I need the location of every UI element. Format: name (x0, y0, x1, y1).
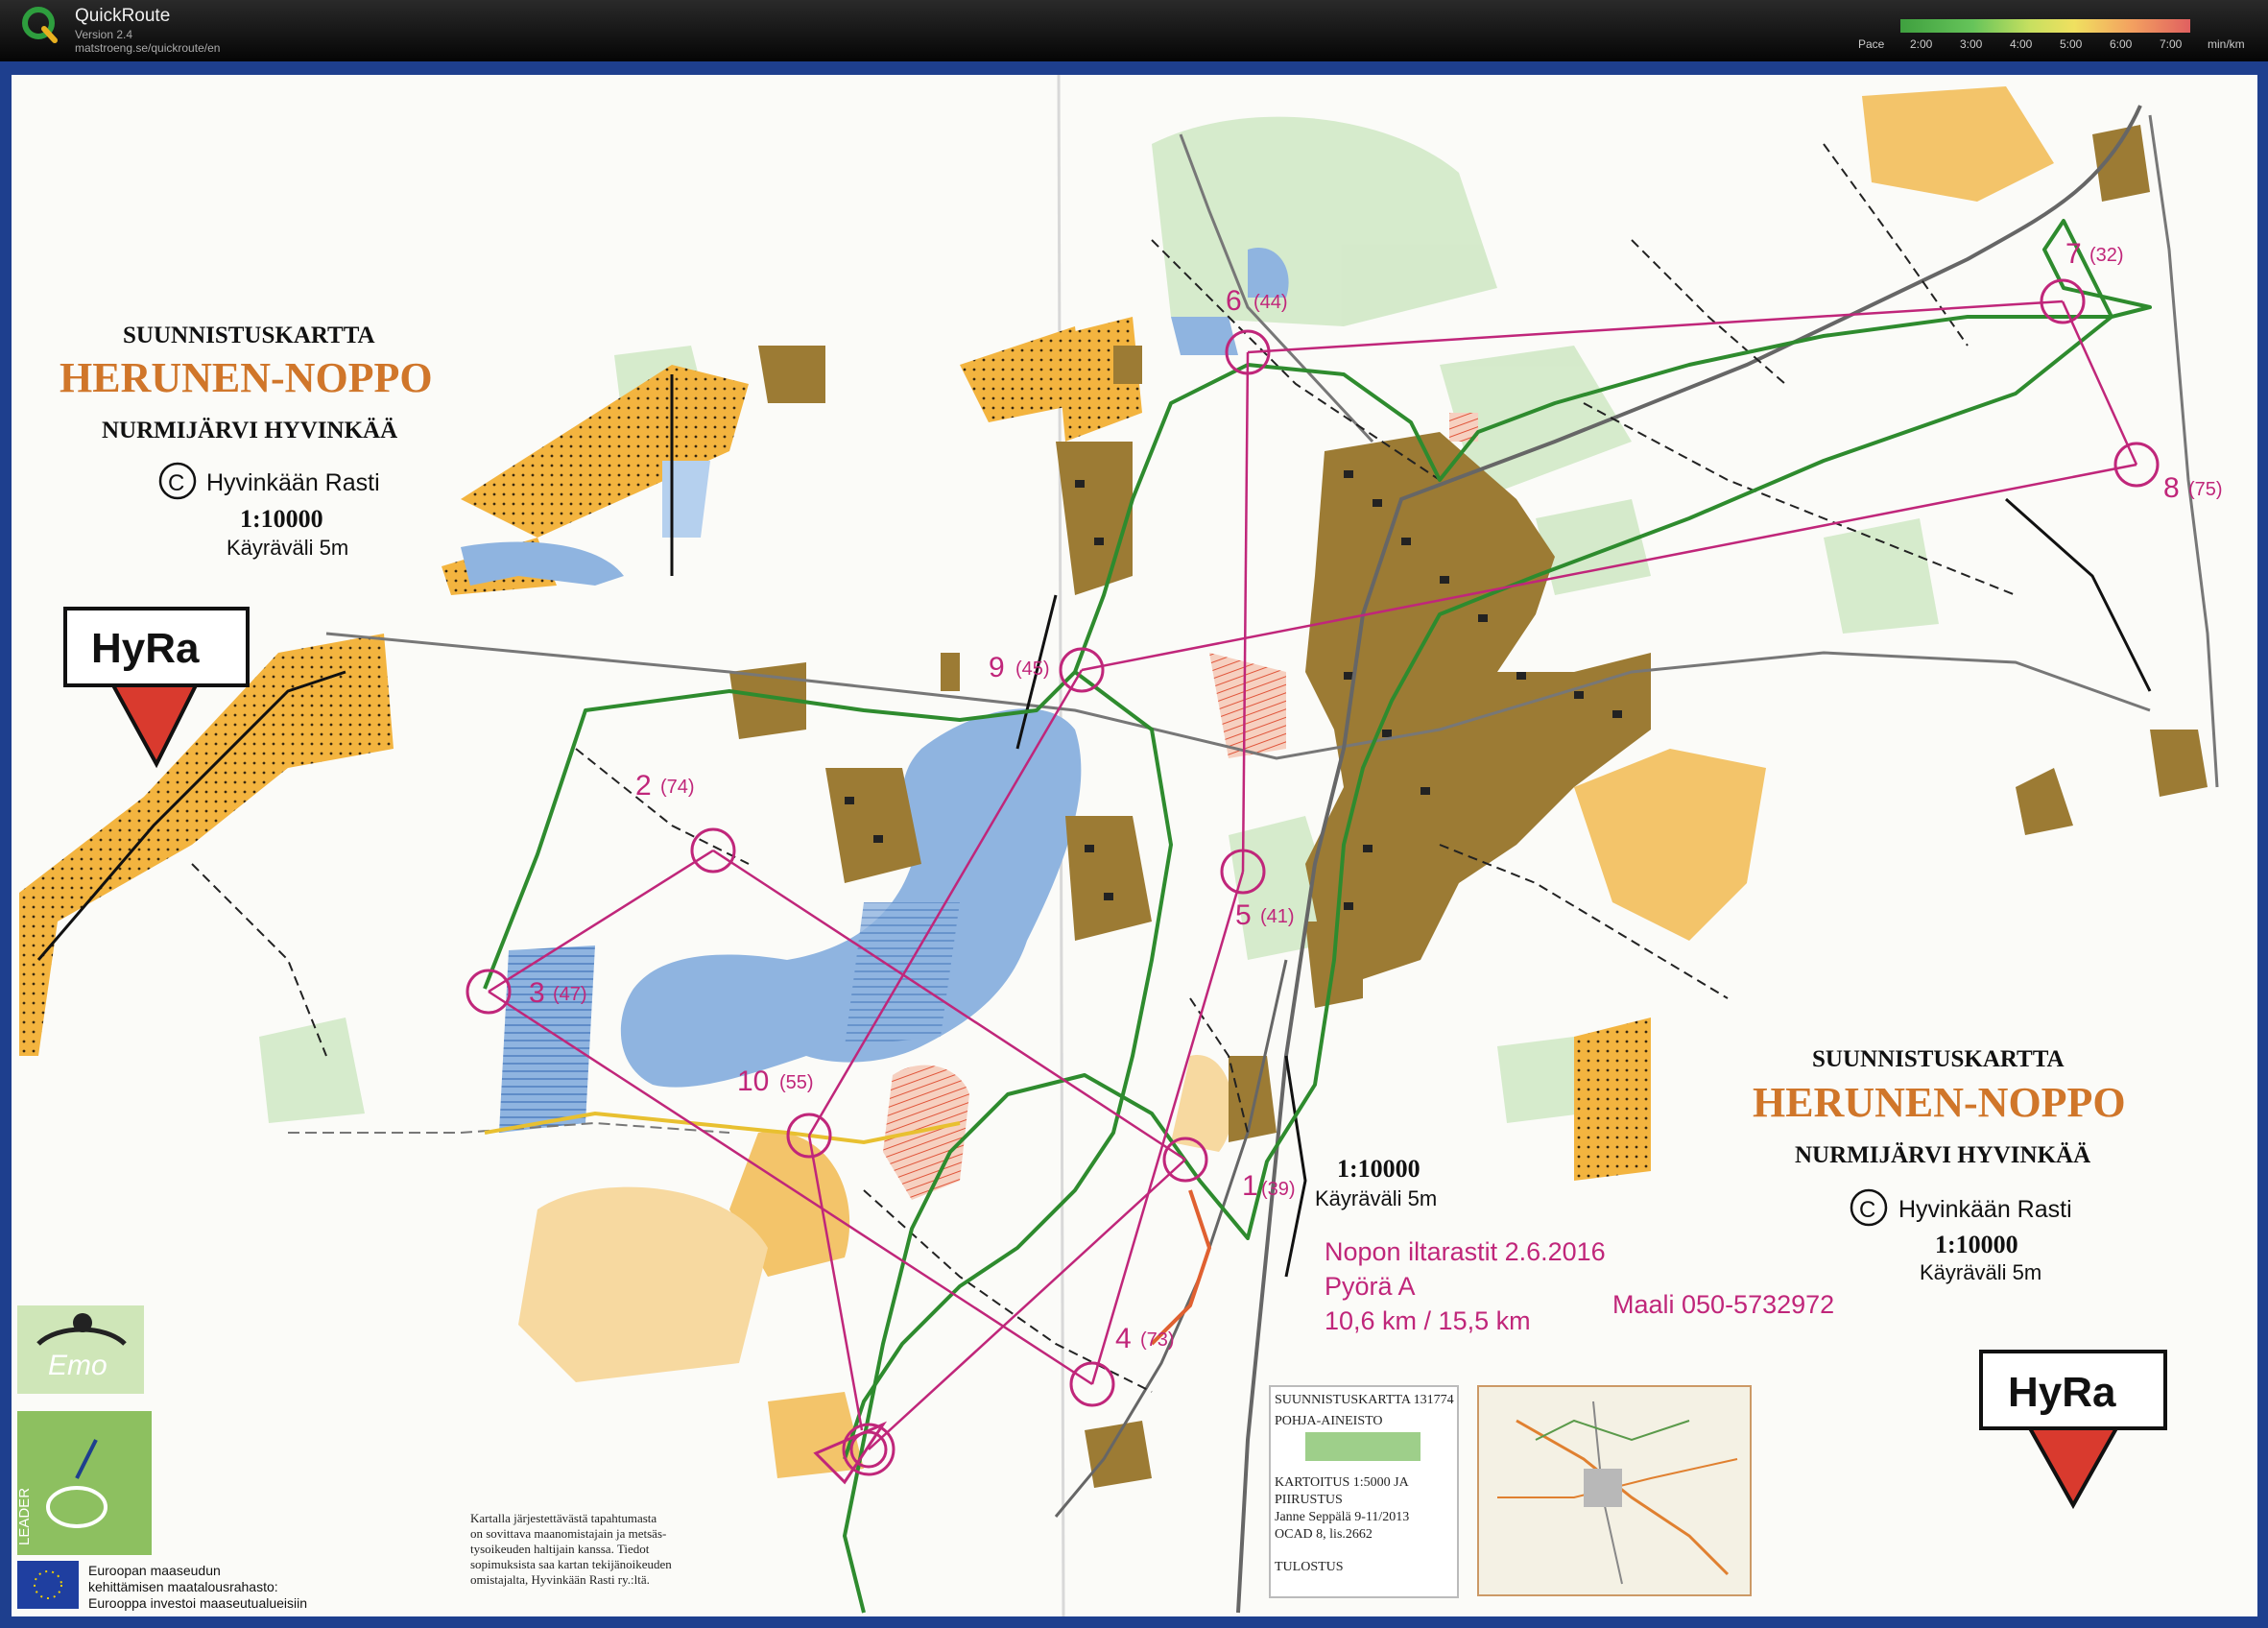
app-url: matstroeng.se/quickroute/en (75, 41, 221, 55)
orienteering-map: 1 (39) 2 (74) 3 (47) 4 (73) 5 (41) 6 (44… (12, 75, 2257, 1616)
svg-text:sopimuksista saa kartan tekijä: sopimuksista saa kartan tekijänoikeuden (470, 1557, 672, 1571)
svg-text:Hyvinkään Rasti: Hyvinkään Rasti (1898, 1196, 2072, 1223)
svg-text:HyRa: HyRa (2008, 1369, 2116, 1416)
pace-unit: min/km (2208, 37, 2245, 51)
control-number-5: 5 (1235, 899, 1252, 931)
control-number-4-code: (73) (1140, 1329, 1175, 1351)
control-code-1: (39) (1261, 1179, 1296, 1200)
svg-text:tysoikeuden haltijain kanssa.: tysoikeuden haltijain kanssa. Tiedot (470, 1542, 650, 1556)
leader-logo: LEADER (16, 1411, 152, 1555)
control-number-10: 10 (737, 1065, 769, 1097)
quickroute-logo-icon (22, 7, 58, 43)
control-code-10: (55) (779, 1072, 814, 1093)
emo-logo: Emo (17, 1305, 144, 1394)
control-code-2: (74) (660, 777, 695, 798)
svg-text:Eurooppa investoi maaseutualue: Eurooppa investoi maaseutualueisiin (88, 1595, 307, 1611)
svg-text:Janne Seppälä 9-11/2013: Janne Seppälä 9-11/2013 (1275, 1510, 1409, 1524)
svg-text:HERUNEN-NOPPO: HERUNEN-NOPPO (60, 354, 433, 401)
eu-flag (17, 1561, 79, 1609)
svg-text:LEADER: LEADER (16, 1488, 33, 1545)
control-number-6: 6 (1226, 285, 1242, 317)
control-code-7: (32) (2089, 245, 2124, 266)
pace-tick: 7:00 (2160, 37, 2183, 51)
control-code-6: (44) (1253, 292, 1288, 313)
control-number-3: 3 (529, 977, 545, 1009)
svg-text:Käyräväli 5m: Käyräväli 5m (1315, 1186, 1437, 1210)
control-number-1: 1 (1242, 1170, 1258, 1202)
title-bar: QuickRoute Version 2.4 matstroeng.se/qui… (0, 0, 2268, 61)
svg-text:omistajalta, Hyvinkään Rasti r: omistajalta, Hyvinkään Rasti ry.:ltä. (470, 1572, 650, 1587)
disclaimer-text: Kartalla järjestettävästä tapahtumasta o… (470, 1511, 672, 1587)
svg-text:Käyräväli 5m: Käyräväli 5m (227, 536, 348, 560)
app-version: Version 2.4 (75, 28, 133, 41)
svg-text:C: C (1859, 1197, 1875, 1223)
svg-text:SUUNNISTUSKARTTA: SUUNNISTUSKARTTA (123, 323, 375, 348)
control-number-9: 9 (989, 652, 1005, 683)
finish-phone: Maali 050-5732972 (1612, 1290, 1834, 1319)
pace-tick: 6:00 (2110, 37, 2133, 51)
pace-tick: 3:00 (1960, 37, 1983, 51)
svg-text:NURMIJÄRVI HYVINKÄÄ: NURMIJÄRVI HYVINKÄÄ (1795, 1142, 2090, 1168)
svg-text:1:10000: 1:10000 (1337, 1155, 1420, 1183)
control-code-3: (47) (553, 984, 587, 1005)
pace-tick: 5:00 (2060, 37, 2083, 51)
svg-text:Käyräväli 5m: Käyräväli 5m (1920, 1260, 2041, 1284)
svg-text:KARTOITUS 1:5000 JA: KARTOITUS 1:5000 JA (1275, 1475, 1410, 1490)
overview-inset-map (1477, 1385, 1752, 1596)
control-code-9: (45) (1015, 658, 1050, 680)
svg-text:Emo: Emo (48, 1350, 107, 1381)
control-number-4: 4 (1115, 1323, 1132, 1354)
control-number-8: 8 (2163, 472, 2180, 504)
app-title: QuickRoute (75, 6, 171, 26)
svg-text:SUUNNISTUSKARTTA 131774: SUUNNISTUSKARTTA 131774 (1275, 1393, 1454, 1407)
svg-text:C: C (168, 470, 184, 496)
svg-text:NURMIJÄRVI HYVINKÄÄ: NURMIJÄRVI HYVINKÄÄ (102, 418, 397, 443)
svg-text:HyRa: HyRa (91, 625, 200, 672)
event-length: 10,6 km / 15,5 km (1325, 1306, 1531, 1335)
pace-tick: 4:00 (2010, 37, 2033, 51)
svg-text:SUUNNISTUSKARTTA: SUUNNISTUSKARTTA (1812, 1046, 2065, 1072)
svg-text:on sovittava maanomistajain ja: on sovittava maanomistajain ja metsäs- (470, 1526, 666, 1541)
svg-text:HERUNEN-NOPPO: HERUNEN-NOPPO (1753, 1079, 2126, 1126)
svg-text:1:10000: 1:10000 (240, 505, 323, 533)
control-number-2: 2 (635, 770, 652, 802)
event-class: Pyörä A (1325, 1272, 1416, 1301)
pace-label: Pace (1858, 37, 1885, 51)
map-canvas[interactable]: 1 (39) 2 (74) 3 (47) 4 (73) 5 (41) 6 (44… (12, 75, 2257, 1616)
credits-box: SUUNNISTUSKARTTA 131774 POHJA-AINEISTO K… (1269, 1385, 1459, 1598)
control-number-7: 7 (2065, 238, 2082, 270)
svg-text:PIIRUSTUS: PIIRUSTUS (1275, 1493, 1343, 1507)
event-name: Nopon iltarastit 2.6.2016 (1325, 1237, 1606, 1266)
svg-text:OCAD 8, lis.2662: OCAD 8, lis.2662 (1275, 1527, 1373, 1542)
control-code-5: (41) (1260, 906, 1295, 927)
svg-text:1:10000: 1:10000 (1935, 1231, 2018, 1258)
svg-text:Kartalla järjestettävästä tapa: Kartalla järjestettävästä tapahtumasta (470, 1511, 657, 1525)
control-code-8: (75) (2188, 479, 2223, 500)
svg-text:Hyvinkään Rasti: Hyvinkään Rasti (206, 469, 380, 496)
svg-text:Euroopan maaseudun: Euroopan maaseudun (88, 1563, 221, 1578)
pace-tick: 2:00 (1910, 37, 1933, 51)
svg-text:kehittämisen maatalousrahasto:: kehittämisen maatalousrahasto: (88, 1579, 278, 1594)
pace-color-scale (1900, 19, 2190, 33)
svg-text:TULOSTUS: TULOSTUS (1275, 1560, 1344, 1574)
svg-text:POHJA-AINEISTO: POHJA-AINEISTO (1275, 1414, 1383, 1428)
